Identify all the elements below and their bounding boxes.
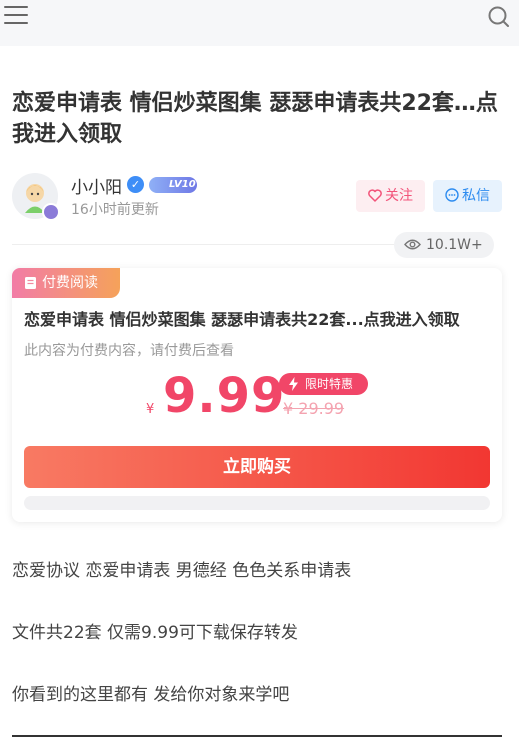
view-count-value: 10.1W+	[426, 237, 483, 253]
level-badge: LV10	[149, 177, 197, 193]
limited-offer-badge: 限时特惠	[279, 373, 368, 395]
top-bar	[0, 0, 519, 46]
author-name[interactable]: 小小阳	[71, 173, 122, 198]
verified-icon: ✓	[127, 176, 144, 193]
search-icon[interactable]	[487, 5, 511, 29]
book-icon	[25, 277, 36, 289]
paid-reading-tag: 付费阅读	[12, 268, 120, 298]
update-time: 16小时前更新	[71, 202, 159, 218]
paid-reading-label: 付费阅读	[42, 275, 98, 291]
limited-offer-label: 限时特惠	[305, 377, 354, 391]
article-title: 恋爱申请表 情侣炒菜图集 瑟瑟申请表共22套…点我进入领取	[12, 91, 498, 147]
view-count: 10.1W+	[394, 232, 494, 258]
paywall-hint: 此内容为付费内容，请付费后查看	[24, 343, 234, 359]
body-paragraph: 你看到的这里都有 发给你对象来学吧	[12, 685, 290, 705]
body-paragraph: 恋爱协议 恋爱申请表 男德经 色色关系申请表	[12, 561, 352, 581]
buy-now-button[interactable]: 立即购买	[24, 446, 490, 488]
vip-gem-icon	[42, 203, 60, 221]
body-paragraph: 文件共22套 仅需9.99可下载保存转发	[12, 623, 298, 643]
lightning-icon	[289, 377, 298, 391]
divider	[12, 244, 394, 245]
paywall-title: 恋爱申请表 情侣炒菜图集 瑟瑟申请表共22套...点我进入领取	[24, 310, 460, 329]
heart-icon	[368, 189, 382, 202]
progress-track	[24, 496, 490, 510]
chat-bubble-icon	[445, 188, 459, 202]
follow-label: 关注	[385, 188, 413, 204]
hamburger-menu-icon[interactable]	[4, 6, 28, 26]
message-button[interactable]: 私信	[433, 180, 502, 212]
original-price: ¥ 29.99	[283, 399, 345, 418]
follow-button[interactable]: 关注	[356, 180, 425, 212]
price-currency: ¥	[146, 402, 155, 417]
message-label: 私信	[462, 188, 490, 204]
eye-icon	[404, 239, 421, 250]
price: 9.99	[163, 368, 286, 424]
